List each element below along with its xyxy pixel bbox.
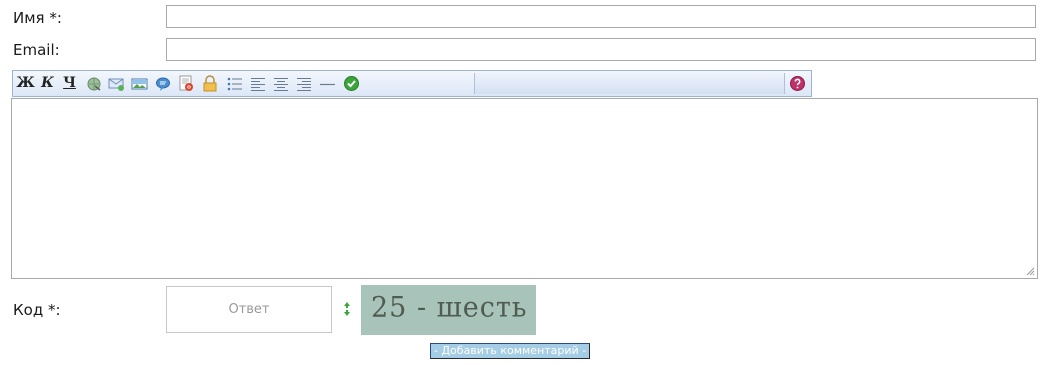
code-label: Код *: (13, 301, 61, 319)
image-icon[interactable] (130, 74, 149, 93)
align-right-icon[interactable] (294, 74, 313, 93)
name-input[interactable] (166, 5, 1036, 28)
captcha-answer-input[interactable] (166, 286, 332, 333)
help-icon[interactable] (788, 74, 807, 93)
bold-icon[interactable]: Ж (16, 74, 35, 93)
check-icon[interactable] (342, 74, 361, 93)
captcha-image: 25 - шесть (361, 285, 536, 335)
name-label: Имя *: (13, 9, 62, 27)
submit-comment-button[interactable]: - Добавить комментарий - (430, 343, 591, 359)
underline-icon[interactable]: Ч (60, 74, 79, 93)
captcha-text: 25 - шесть (371, 291, 528, 324)
italic-icon[interactable]: К (38, 74, 57, 93)
email-icon[interactable] (107, 74, 126, 93)
link-icon[interactable] (84, 74, 103, 93)
editor-toolbar: Ж К Ч (12, 70, 812, 97)
email-label: Email: (13, 41, 60, 59)
refresh-captcha-icon[interactable] (340, 300, 354, 318)
hide-icon[interactable] (200, 74, 219, 93)
list-icon[interactable] (225, 74, 244, 93)
code-icon[interactable] (177, 74, 196, 93)
email-input[interactable] (166, 38, 1036, 61)
quote-icon[interactable] (153, 74, 172, 93)
align-center-icon[interactable] (271, 74, 290, 93)
align-left-icon[interactable] (248, 74, 267, 93)
toolbar-status-field (474, 73, 785, 94)
resize-grip-icon[interactable] (1025, 266, 1035, 276)
comment-textarea[interactable] (11, 98, 1038, 279)
horizontal-rule-icon[interactable] (318, 74, 337, 93)
